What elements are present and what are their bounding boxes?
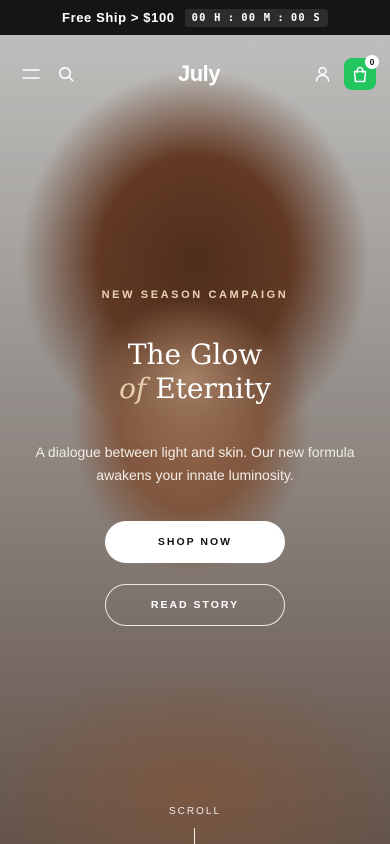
- shop-now-button[interactable]: SHOP NOW: [105, 521, 285, 563]
- site-header: July 0: [0, 35, 390, 113]
- read-story-button[interactable]: READ STORY: [105, 584, 285, 626]
- user-icon[interactable]: [315, 66, 330, 82]
- timer-hours: 00 H: [191, 11, 222, 24]
- header-right: 0: [266, 55, 379, 90]
- timer-seconds: 00 S: [290, 11, 321, 24]
- scroll-indicator-label: SCROLL: [168, 806, 221, 817]
- search-icon[interactable]: [58, 66, 74, 82]
- shopping-bag-icon: [353, 66, 367, 82]
- header-left: [22, 66, 132, 82]
- menu-icon[interactable]: [22, 67, 40, 81]
- hero-title-line2: of Eternity: [0, 372, 390, 406]
- hero-title-accent: of: [119, 372, 147, 405]
- scroll-indicator-line: [194, 828, 195, 844]
- brand-logo[interactable]: July: [178, 61, 221, 87]
- hero-title: The Glow of Eternity: [0, 338, 390, 406]
- timer-separator: :: [277, 11, 285, 24]
- cart-button[interactable]: 0: [344, 55, 379, 90]
- free-shipping-text: Free Ship > $100: [62, 10, 175, 25]
- campaign-eyebrow: NEW SEASON CAMPAIGN: [101, 289, 289, 301]
- timer-minutes: 00 M: [241, 11, 272, 24]
- hero-title-line1: The Glow: [127, 338, 263, 371]
- hero-title-word: Eternity: [155, 372, 271, 405]
- announcement-bar: Free Ship > $100 00 H : 00 M : 00 S: [0, 0, 390, 35]
- hero-subtitle: A dialogue between light and skin. Our n…: [35, 444, 355, 483]
- cart-count-badge: 0: [365, 55, 379, 69]
- countdown-timer: 00 H : 00 M : 00 S: [184, 8, 328, 27]
- timer-separator: :: [227, 11, 236, 24]
- hero-content: NEW SEASON CAMPAIGN The Glow of Eternity…: [0, 0, 390, 844]
